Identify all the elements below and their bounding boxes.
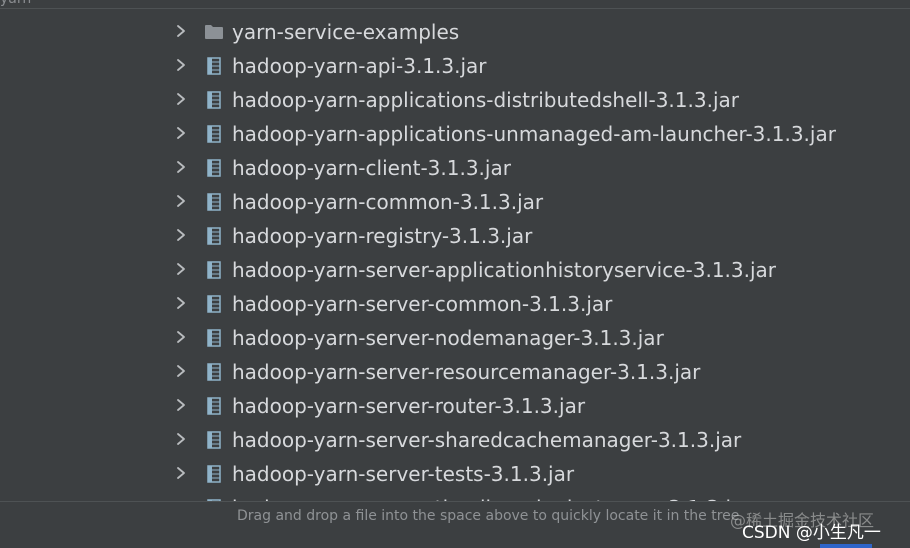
accent-bar [820, 544, 872, 548]
watermark-csdn: CSDN @小生凡一 [742, 523, 881, 543]
project-tree[interactable]: yarn-service-examples hadoop-yarn-api-3.1… [0, 9, 910, 501]
tree-row[interactable]: hadoop-yarn-applications-distributedshel… [0, 83, 910, 117]
jar-icon [204, 57, 224, 75]
tree-row[interactable]: hadoop-yarn-registry-3.1.3.jar [0, 219, 910, 253]
chevron-right-icon[interactable] [174, 432, 188, 446]
tree-row[interactable]: hadoop-yarn-applications-unmanaged-am-la… [0, 117, 910, 151]
chevron-right-icon[interactable] [174, 330, 188, 344]
chevron-right-icon[interactable] [174, 92, 188, 106]
jar-icon [204, 159, 224, 177]
chevron-right-icon[interactable] [174, 160, 188, 174]
chevron-right-icon[interactable] [174, 126, 188, 140]
jar-icon [204, 125, 224, 143]
chevron-right-icon[interactable] [174, 466, 188, 480]
tree-item-label: hadoop-yarn-server-router-3.1.3.jar [232, 394, 586, 418]
tree-item-label: hadoop-yarn-server-applicationhistoryser… [232, 258, 777, 282]
tree-item-label: hadoop-yarn-registry-3.1.3.jar [232, 224, 533, 248]
tree-row[interactable]: hadoop-yarn-server-applicationhistoryser… [0, 253, 910, 287]
tree-item-label: hadoop-yarn-server-nodemanager-3.1.3.jar [232, 326, 664, 350]
tree-row[interactable]: yarn-service-examples [0, 15, 910, 49]
chevron-right-icon[interactable] [174, 228, 188, 242]
jar-icon [204, 227, 224, 245]
chevron-right-icon[interactable] [174, 296, 188, 310]
chevron-right-icon[interactable] [174, 58, 188, 72]
tree-item-label: hadoop-yarn-server-sharedcachemanager-3.… [232, 428, 742, 452]
chevron-right-icon[interactable] [174, 262, 188, 276]
jar-icon [204, 295, 224, 313]
status-bar: Drag and drop a file into the space abov… [0, 501, 910, 548]
jar-icon [204, 431, 224, 449]
chevron-right-icon[interactable] [174, 398, 188, 412]
tree-item-label: hadoop-yarn-applications-unmanaged-am-la… [232, 122, 836, 146]
jar-icon [204, 465, 224, 483]
jar-icon [204, 91, 224, 109]
tree-row[interactable]: hadoop-yarn-common-3.1.3.jar [0, 185, 910, 219]
tree-row[interactable]: hadoop-yarn-server-sharedcachemanager-3.… [0, 423, 910, 457]
chevron-right-icon[interactable] [174, 364, 188, 378]
folder-icon [204, 23, 224, 41]
tree-item-label: hadoop-yarn-applications-distributedshel… [232, 88, 739, 112]
tree-row[interactable]: hadoop-yarn-server-nodemanager-3.1.3.jar [0, 321, 910, 355]
jar-icon [204, 329, 224, 347]
tree-item-label: hadoop-yarn-server-common-3.1.3.jar [232, 292, 613, 316]
breadcrumb-strip: yarn [0, 0, 910, 9]
tree-row[interactable]: hadoop-yarn-server-resourcemanager-3.1.3… [0, 355, 910, 389]
tree-row[interactable]: hadoop-yarn-server-timeline-pluginstorag… [0, 491, 910, 501]
tree-item-label: hadoop-yarn-server-resourcemanager-3.1.3… [232, 360, 701, 384]
tree-row[interactable]: hadoop-yarn-server-tests-3.1.3.jar [0, 457, 910, 491]
jar-icon [204, 193, 224, 211]
tree-item-label: yarn-service-examples [232, 20, 460, 44]
tree-item-label: hadoop-yarn-api-3.1.3.jar [232, 54, 487, 78]
chevron-right-icon[interactable] [174, 24, 188, 38]
tree-row[interactable]: hadoop-yarn-server-router-3.1.3.jar [0, 389, 910, 423]
tree-row[interactable]: hadoop-yarn-client-3.1.3.jar [0, 151, 910, 185]
chevron-right-icon[interactable] [174, 194, 188, 208]
drag-drop-hint: Drag and drop a file into the space abov… [237, 508, 740, 524]
tree-item-label: hadoop-yarn-client-3.1.3.jar [232, 156, 511, 180]
breadcrumb: yarn [0, 0, 31, 7]
tree-item-label: hadoop-yarn-common-3.1.3.jar [232, 190, 544, 214]
tree-row[interactable]: hadoop-yarn-api-3.1.3.jar [0, 49, 910, 83]
jar-icon [204, 363, 224, 381]
tree-row[interactable]: hadoop-yarn-server-common-3.1.3.jar [0, 287, 910, 321]
jar-icon [204, 397, 224, 415]
tree-item-label: hadoop-yarn-server-tests-3.1.3.jar [232, 462, 575, 486]
jar-icon [204, 261, 224, 279]
